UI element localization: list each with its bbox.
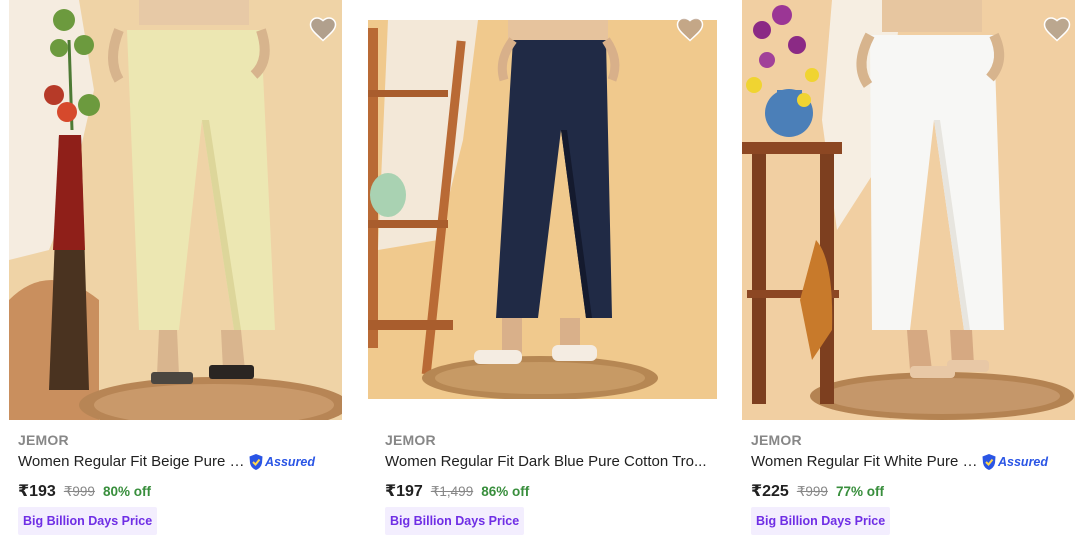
product-photo-dark-blue-trousers [368, 20, 717, 399]
discount-percent: 77% off [835, 484, 884, 499]
product-brand: JEMOR [385, 432, 436, 448]
original-price: ₹1,499 [430, 484, 474, 499]
product-brand: JEMOR [751, 432, 802, 448]
discount-percent: 86% off [481, 484, 530, 499]
wishlist-heart-icon[interactable] [675, 14, 705, 42]
sale-badge: Big Billion Days Price [751, 507, 891, 535]
product-photo-beige-trousers [9, 0, 342, 420]
selling-price: ₹193 [18, 483, 56, 500]
original-price: ₹999 [796, 484, 828, 499]
product-title[interactable]: Women Regular Fit White Pure C... [751, 453, 981, 470]
product-title[interactable]: Women Regular Fit Dark Blue Pure Cotton … [385, 453, 715, 470]
product-image[interactable] [742, 0, 1075, 420]
price-row: ₹197 ₹1,499 86% off [385, 481, 529, 501]
sale-badge: Big Billion Days Price [18, 507, 158, 535]
selling-price: ₹225 [751, 483, 789, 500]
product-brand: JEMOR [18, 432, 69, 448]
assured-shield-icon [982, 454, 996, 470]
price-row: ₹193 ₹999 80% off [18, 481, 151, 501]
sale-badge: Big Billion Days Price [385, 507, 525, 535]
assured-shield-icon [249, 454, 263, 470]
wishlist-heart-icon[interactable] [308, 14, 338, 42]
product-card-2[interactable]: JEMOR Women Regular Fit Dark Blue Pure C… [360, 0, 732, 544]
selling-price: ₹197 [385, 483, 423, 500]
original-price: ₹999 [63, 484, 95, 499]
product-card-1[interactable]: JEMOR Women Regular Fit Beige Pure C... … [0, 0, 360, 544]
assured-label: Assured [265, 455, 316, 469]
wishlist-heart-icon[interactable] [1042, 14, 1072, 42]
assured-badge: Assured [981, 452, 1048, 472]
product-photo-white-trousers [742, 0, 1075, 420]
discount-percent: 80% off [102, 484, 151, 499]
assured-badge: Assured [248, 452, 315, 472]
assured-label: Assured [998, 455, 1049, 469]
product-image[interactable] [9, 0, 342, 420]
product-title[interactable]: Women Regular Fit Beige Pure C... [18, 453, 248, 470]
product-card-3[interactable]: JEMOR Women Regular Fit White Pure C... … [732, 0, 1089, 544]
price-row: ₹225 ₹999 77% off [751, 481, 884, 501]
product-image[interactable] [368, 20, 717, 399]
